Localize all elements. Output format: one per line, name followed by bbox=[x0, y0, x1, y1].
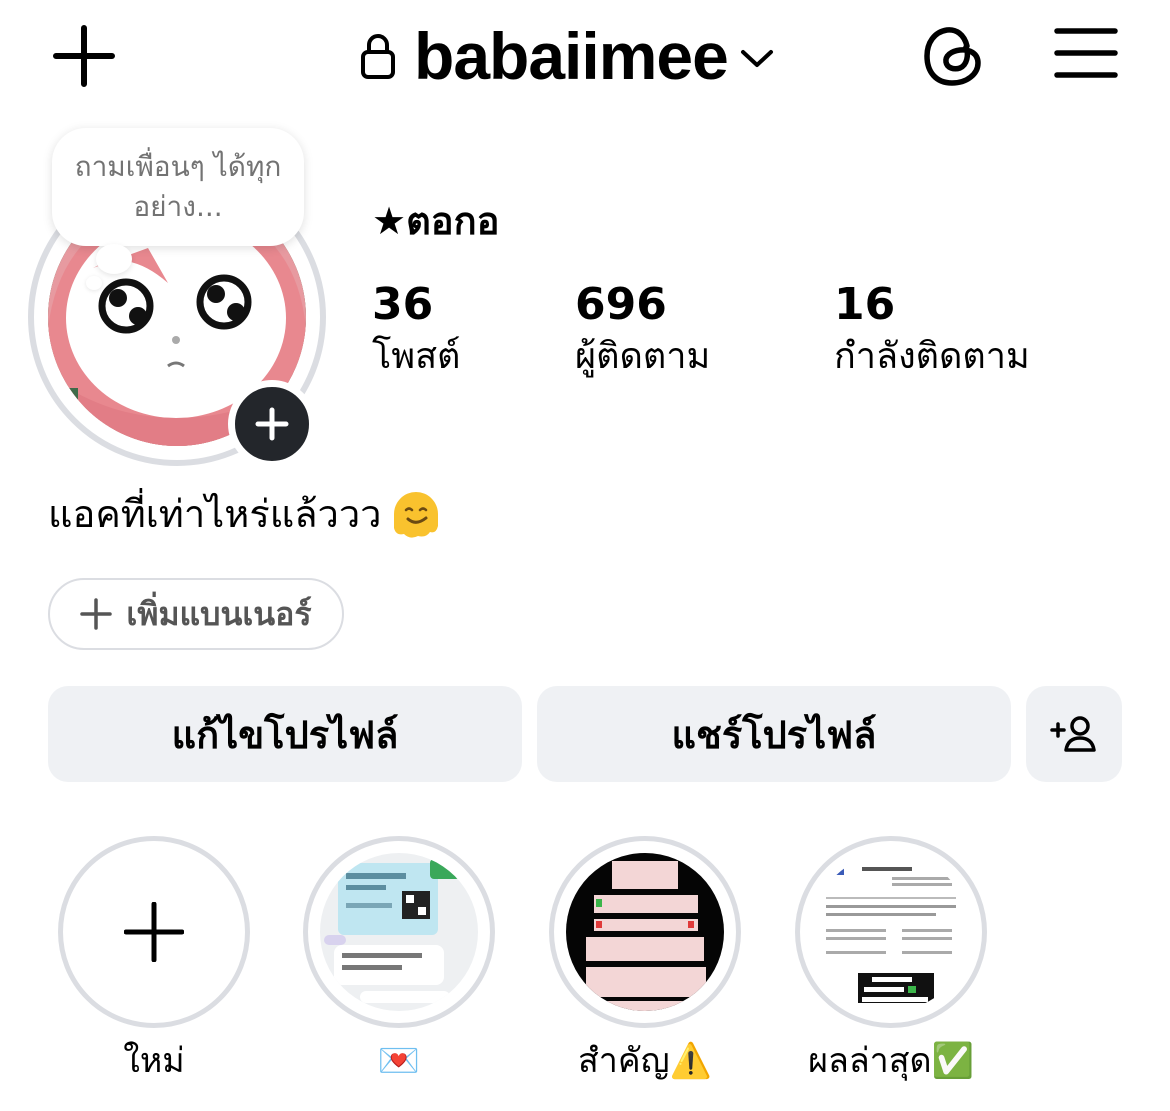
following-count: 16 bbox=[834, 279, 896, 330]
following-stat[interactable]: 16 กำลังติดตาม bbox=[834, 278, 1030, 382]
highlight-label: ผลล่าสุด✅ bbox=[808, 1041, 974, 1081]
add-story-button[interactable] bbox=[228, 380, 316, 468]
hamburger-menu-icon[interactable] bbox=[1054, 26, 1118, 80]
create-plus-icon[interactable] bbox=[52, 24, 116, 88]
posts-stat[interactable]: 36 โพสต์ bbox=[372, 278, 460, 382]
add-banner-button[interactable]: เพิ่มแบนเนอร์ bbox=[48, 578, 344, 650]
plus-icon bbox=[255, 407, 289, 441]
chevron-down-icon bbox=[740, 50, 773, 67]
edit-profile-button[interactable]: แก้ไขโปรไฟล์ bbox=[48, 686, 522, 782]
highlight-cover-image bbox=[566, 853, 724, 1011]
add-person-icon bbox=[1050, 716, 1096, 752]
plus-icon bbox=[124, 902, 184, 962]
note-bubble-tail bbox=[96, 244, 132, 274]
note-bubble[interactable]: ถามเพื่อนๆ ได้ทุกอย่าง... bbox=[52, 128, 304, 246]
add-person-button[interactable] bbox=[1026, 686, 1122, 782]
bio-text: แอคที่เท่าไหร่แล้ววว bbox=[48, 492, 382, 536]
highlight-new-ring bbox=[58, 836, 250, 1028]
highlight-ring bbox=[549, 836, 741, 1028]
posts-count: 36 bbox=[372, 279, 434, 330]
note-bubble-tail-small bbox=[86, 276, 102, 290]
highlight-important[interactable]: สำคัญ⚠️ bbox=[547, 836, 743, 1086]
highlight-cover-image bbox=[320, 853, 478, 1011]
posts-label: โพสต์ bbox=[372, 336, 461, 377]
note-text: ถามเพื่อนๆ ได้ทุกอย่าง... bbox=[74, 150, 282, 223]
bio: แอคที่เท่าไหร่แล้ววว bbox=[48, 486, 444, 542]
melting-face-icon bbox=[393, 492, 438, 538]
threads-icon[interactable] bbox=[922, 22, 986, 90]
followers-label: ผู้ติดตาม bbox=[575, 336, 711, 377]
display-name: ★ตอกอ bbox=[372, 199, 500, 243]
highlight-new[interactable]: ใหม่ bbox=[56, 836, 252, 1086]
lock-icon bbox=[361, 34, 395, 79]
username: babaiimee bbox=[414, 19, 729, 93]
top-bar: babaiimee bbox=[0, 0, 1170, 110]
share-profile-button[interactable]: แชร์โปรไฟล์ bbox=[537, 686, 1011, 782]
following-label: กำลังติดตาม bbox=[834, 336, 1030, 377]
highlight-label: สำคัญ⚠️ bbox=[578, 1041, 712, 1081]
highlight-cover-image bbox=[812, 853, 970, 1011]
followers-stat[interactable]: 696 ผู้ติดตาม bbox=[575, 278, 710, 382]
highlight-label: 💌 bbox=[377, 1041, 421, 1081]
highlight-latest-result[interactable]: ผลล่าสุด✅ bbox=[793, 836, 989, 1086]
plus-icon bbox=[80, 598, 113, 630]
add-banner-label: เพิ่มแบนเนอร์ bbox=[126, 594, 312, 633]
highlight-label: ใหม่ bbox=[123, 1041, 185, 1081]
highlight-ring bbox=[795, 836, 987, 1028]
followers-count: 696 bbox=[575, 279, 667, 330]
highlight-letter[interactable]: 💌 bbox=[301, 836, 497, 1086]
account-switcher[interactable]: babaiimee bbox=[360, 18, 774, 94]
highlight-ring bbox=[303, 836, 495, 1028]
